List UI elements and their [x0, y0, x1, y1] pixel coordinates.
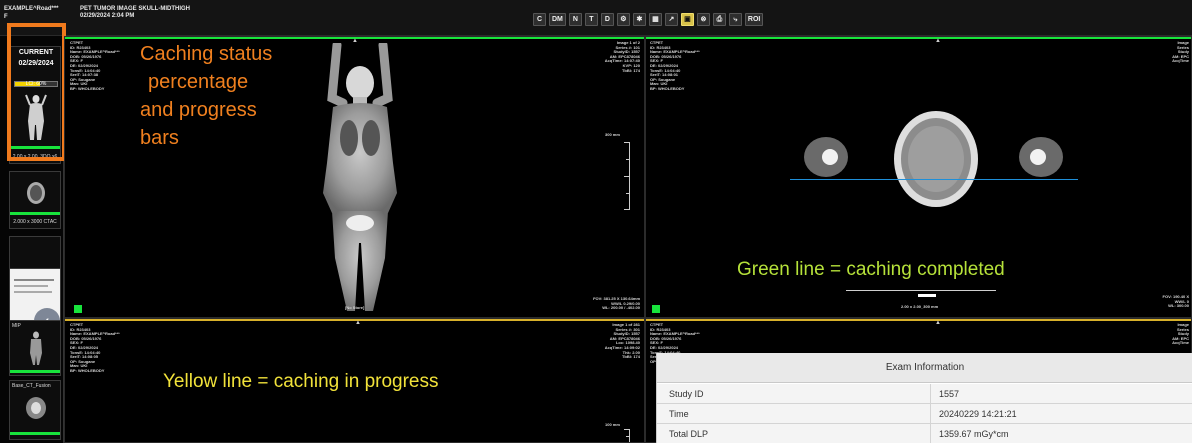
contrast-icon[interactable]: C — [533, 13, 546, 26]
print-icon[interactable]: ⎙ — [712, 13, 726, 26]
series-thumbnail-mip[interactable]: MIP — [9, 320, 61, 376]
thumbnail-status-line — [10, 432, 60, 435]
whole-body-image — [323, 43, 397, 311]
scale-ruler — [620, 142, 630, 210]
scale-bar — [846, 290, 996, 291]
exam-value: 1557 — [930, 384, 1192, 404]
scale-bar-marker — [918, 294, 936, 297]
asterisk-icon[interactable]: ✱ — [632, 13, 646, 26]
annotation-green-line: Green line = caching completed — [737, 259, 1005, 280]
thumbnail-caption: Base_CT_Fusion — [12, 383, 51, 389]
viewport-bottom-overlay: FOV: 381.25 X 130.64mm WW/L 0.29/0.00 WL… — [593, 296, 640, 311]
thumbnail-status-line — [10, 212, 60, 215]
link-icon[interactable]: ⤷ — [728, 13, 742, 26]
thumbnail-axial-image — [27, 182, 45, 204]
patient-name: EXAMPLE^Road*** — [4, 6, 59, 12]
doc-line — [14, 279, 54, 281]
t-icon[interactable]: T — [584, 13, 598, 26]
annotation-caching-status: Caching status percentage and progress b… — [140, 40, 272, 152]
annotation-line: bars — [140, 127, 179, 149]
orientation-marker: ▲ — [935, 38, 941, 44]
viewport-right-overlay: Image Series Study AM: EPC AcqTime — [1172, 40, 1189, 64]
image-select-icon[interactable]: ▣ — [680, 13, 694, 26]
scale-label: 300 mm — [605, 132, 620, 137]
doc-line — [14, 291, 52, 293]
thumbnail-caption: 2.000 x 3000 CTAC — [13, 219, 57, 225]
thumbnail-caption: MIP — [12, 323, 21, 329]
exam-value: 20240229 14:21:21 — [930, 404, 1192, 424]
n-icon[interactable]: N — [568, 13, 582, 26]
settings-icon[interactable]: ⚙ — [616, 13, 630, 26]
exam-information-panel: Exam Information Study ID 1557 Time 2024… — [656, 353, 1192, 443]
center-label: [No Store] — [345, 305, 365, 311]
viewport-right-overlay: Image Series Study AM: EPC AcqTime — [1172, 322, 1189, 346]
pacs-viewer-window: EXAMPLE^Road*** F PET TUMOR IMAGE SKULL-… — [0, 0, 1192, 443]
study-description: PET TUMOR IMAGE SKULL-MIDTHIGH — [80, 6, 190, 12]
axial-ct-image — [804, 111, 1063, 207]
annotation-yellow-line: Yellow line = caching in progress — [163, 371, 439, 392]
exam-row-time: Time 20240229 14:21:21 — [657, 404, 1192, 424]
annotation-line: Caching status — [140, 43, 273, 65]
doc-line — [14, 285, 48, 287]
thumbnail-status-line — [10, 370, 60, 373]
annotation-line: percentage — [148, 71, 249, 93]
exam-information-title: Exam Information — [657, 353, 1192, 383]
study-date: 02/29/2024 2:04 PM — [80, 13, 135, 19]
active-viewport-indicator — [74, 305, 82, 313]
reference-lines-icon[interactable]: ⊗ — [696, 13, 710, 26]
exam-key: Total DLP — [669, 429, 709, 439]
exam-value: 1359.67 mGy*cm — [930, 424, 1192, 443]
annotation-line: and progress — [140, 99, 257, 121]
viewport-status-line — [646, 37, 1191, 39]
exam-key: Time — [669, 409, 689, 419]
active-viewport-indicator — [652, 305, 660, 313]
scale-label: 100 mm — [605, 422, 620, 427]
toolbar: C DM N T D ⚙ ✱ ▦ ↗ ▣ ⊗ ⎙ ⤷ ROI — [533, 13, 764, 27]
thumbnail-fusion-image — [26, 397, 46, 419]
d-icon[interactable]: D — [600, 13, 614, 26]
thumbnail-mip-image — [30, 331, 42, 365]
orientation-marker: ▲ — [355, 320, 361, 326]
dm-icon[interactable]: DM — [549, 13, 566, 26]
viewport-right-overlay: Image 1 of 281 Series #: 301 StudyID: 15… — [604, 322, 640, 360]
viewport-left-overlay: CTPET ID: R23403 Name: EXAMPLE^Road*** D… — [650, 40, 700, 91]
series-thumbnail-fusion[interactable]: Base_CT_Fusion — [9, 380, 61, 440]
exam-key: Study ID — [669, 389, 704, 399]
roi-icon[interactable]: ROI — [744, 13, 764, 26]
pointer-icon[interactable]: ↗ — [664, 13, 678, 26]
orientation-marker: ▲ — [935, 320, 941, 326]
reference-line — [790, 179, 1078, 180]
viewport-left-overlay: CTPET ID: R23403 Name: EXAMPLE^Road*** D… — [70, 322, 120, 373]
exam-row-study-id: Study ID 1557 — [657, 384, 1192, 404]
scale-ruler — [620, 429, 630, 442]
viewport-left-overlay: CTPET ID: R23403 Name: EXAMPLE^Road*** D… — [70, 40, 120, 91]
viewport-right-overlay: Image 1 of 2 Series #: 101 StudyID: 1557… — [604, 40, 640, 73]
patient-sex: F — [4, 14, 8, 20]
header-bar: EXAMPLE^Road*** F PET TUMOR IMAGE SKULL-… — [0, 0, 1192, 36]
series-thumbnail-ctac[interactable]: 2.000 x 3000 CTAC — [9, 171, 61, 229]
caching-highlight-box — [7, 23, 66, 161]
grid-layout-icon[interactable]: ▦ — [648, 13, 662, 26]
viewport-bottom-overlay: FOV: 190.40 X WW/L 0 WL: 300.00 — [1162, 294, 1189, 309]
viewport-status-line — [646, 319, 1191, 321]
scale-label: 2.00 x 2.00_300 mm — [901, 304, 939, 309]
exam-row-total-dlp: Total DLP 1359.67 mGy*cm — [657, 424, 1192, 443]
